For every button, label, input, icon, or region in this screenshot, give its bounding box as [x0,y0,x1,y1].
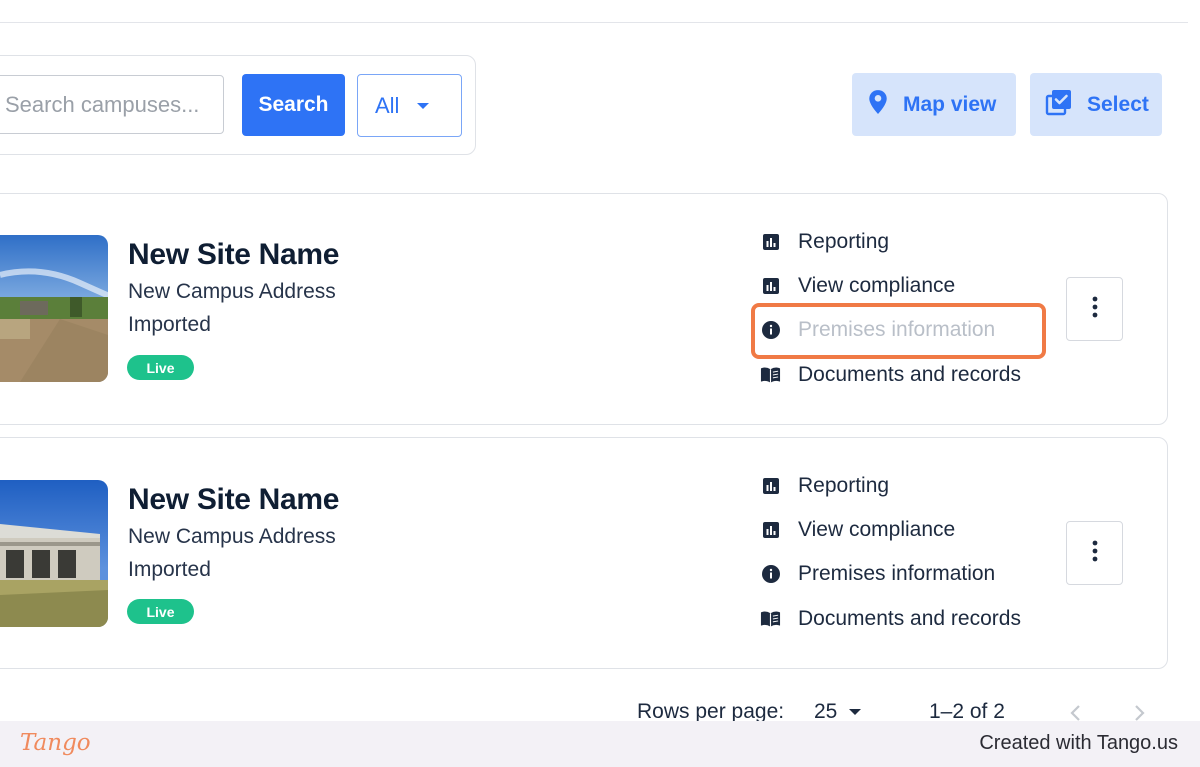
view-compliance-link[interactable]: View compliance [760,272,955,300]
reporting-label: Reporting [798,230,890,253]
site-thumbnail[interactable] [0,235,108,382]
documents-records-label: Documents and records [798,607,1021,630]
site-thumbnail[interactable] [0,480,108,627]
reporting-label: Reporting [798,474,890,497]
bar-chart-icon [760,476,781,497]
top-divider [0,22,1188,23]
documents-records-label: Documents and records [798,363,1021,386]
view-compliance-label: View compliance [798,274,956,297]
caret-down-icon [849,709,862,715]
chevron-left-icon [1070,705,1080,721]
site-address: New Campus Address [128,280,336,303]
premises-information-label: Premises information [798,562,996,585]
more-options-button[interactable] [1066,521,1123,585]
tango-credit: Created with Tango.us [979,732,1178,754]
map-view-button[interactable]: Map view [852,73,1016,136]
next-page-button[interactable] [1129,703,1149,723]
search-input[interactable] [0,75,224,134]
map-pin-icon [867,89,889,121]
documents-records-link[interactable]: Documents and records [760,361,1021,389]
search-button[interactable]: Search [242,74,345,136]
bar-chart-icon [760,276,781,297]
book-open-icon [760,609,781,630]
status-badge: Live [127,355,194,380]
documents-records-link[interactable]: Documents and records [760,605,1021,633]
info-icon [760,564,781,585]
more-options-button[interactable] [1066,277,1123,341]
caret-down-icon [417,102,430,109]
tango-logo: Tango [20,730,91,756]
checkbox-multiple-icon [1045,88,1073,122]
site-card [0,437,1168,669]
map-view-label: Map view [903,92,997,116]
view-compliance-link[interactable]: View compliance [760,516,955,544]
bar-chart-icon [760,520,781,541]
select-label: Select [1087,92,1149,116]
more-vertical-icon [1092,540,1098,567]
filter-select-value: All [375,92,400,118]
filter-select[interactable]: All [357,74,462,137]
bar-chart-icon [760,232,781,253]
site-address: New Campus Address [128,525,336,548]
chevron-right-icon [1135,705,1145,721]
premises-information-link[interactable]: Premises information [760,560,995,588]
site-source: Imported [128,313,211,336]
status-badge: Live [127,599,194,624]
previous-page-button[interactable] [1066,703,1086,723]
site-name[interactable]: New Site Name [128,483,339,517]
site-name[interactable]: New Site Name [128,238,339,272]
reporting-link[interactable]: Reporting [760,472,889,500]
select-button[interactable]: Select [1030,73,1162,136]
highlight-box [751,303,1046,359]
reporting-link[interactable]: Reporting [760,228,889,256]
book-open-icon [760,365,781,386]
more-vertical-icon [1092,296,1098,323]
view-compliance-label: View compliance [798,518,956,541]
site-source: Imported [128,558,211,581]
